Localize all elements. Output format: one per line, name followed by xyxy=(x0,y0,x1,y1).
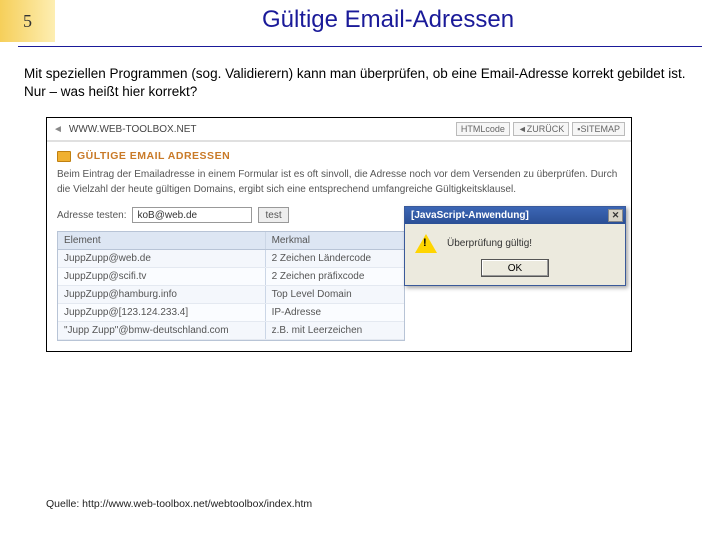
table-row: JuppZupp@web.de2 Zeichen Ländercode xyxy=(58,250,404,268)
table-row: "Jupp Zupp"@bmw-deutschland.comz.B. mit … xyxy=(58,322,404,340)
slide-body-text: Mit speziellen Programmen (sog. Validier… xyxy=(0,47,720,111)
dialog-title: [JavaScript-Anwendung] xyxy=(411,210,529,221)
section-paragraph: Beim Eintrag der Emailadresse in einem F… xyxy=(57,168,621,197)
nav-htmlcode[interactable]: HTMLcode xyxy=(456,122,510,136)
table-header-element: Element xyxy=(58,232,266,249)
close-icon[interactable]: ✕ xyxy=(608,209,623,222)
ok-button[interactable]: OK xyxy=(481,259,549,277)
nav-back[interactable]: ◄ZURÜCK xyxy=(513,122,569,136)
back-arrow-icon: ◄ xyxy=(53,124,63,135)
url-text: WWW.WEB-TOOLBOX.NET xyxy=(69,124,197,135)
nav-sitemap[interactable]: ▪SITEMAP xyxy=(572,122,625,136)
slide-title: Gültige Email-Adressen xyxy=(56,0,720,42)
dialog-message: Überprüfung gültig! xyxy=(447,238,532,249)
address-input[interactable]: koB@web.de xyxy=(132,207,252,223)
table-row: JuppZupp@[123.124.233.4]IP-Adresse xyxy=(58,304,404,322)
section-heading: GÜLTIGE EMAIL ADRESSEN xyxy=(77,150,230,162)
examples-table: Element Merkmal JuppZupp@web.de2 Zeichen… xyxy=(57,231,405,341)
table-row: JuppZupp@scifi.tv2 Zeichen präfixcode xyxy=(58,268,404,286)
table-row: JuppZupp@hamburg.infoTop Level Domain xyxy=(58,286,404,304)
test-label: Adresse testen: xyxy=(57,210,126,221)
folder-icon xyxy=(57,151,71,162)
warning-icon xyxy=(415,234,437,253)
table-header-feature: Merkmal xyxy=(266,232,404,249)
js-alert-dialog: [JavaScript-Anwendung] ✕ Überprüfung gül… xyxy=(404,206,626,286)
test-button[interactable]: test xyxy=(258,207,288,223)
url-bar: ◄ WWW.WEB-TOOLBOX.NET HTMLcode ◄ZURÜCK ▪… xyxy=(47,118,631,142)
source-citation: Quelle: http://www.web-toolbox.net/webto… xyxy=(46,498,312,510)
slide-number: 5 xyxy=(0,0,56,42)
